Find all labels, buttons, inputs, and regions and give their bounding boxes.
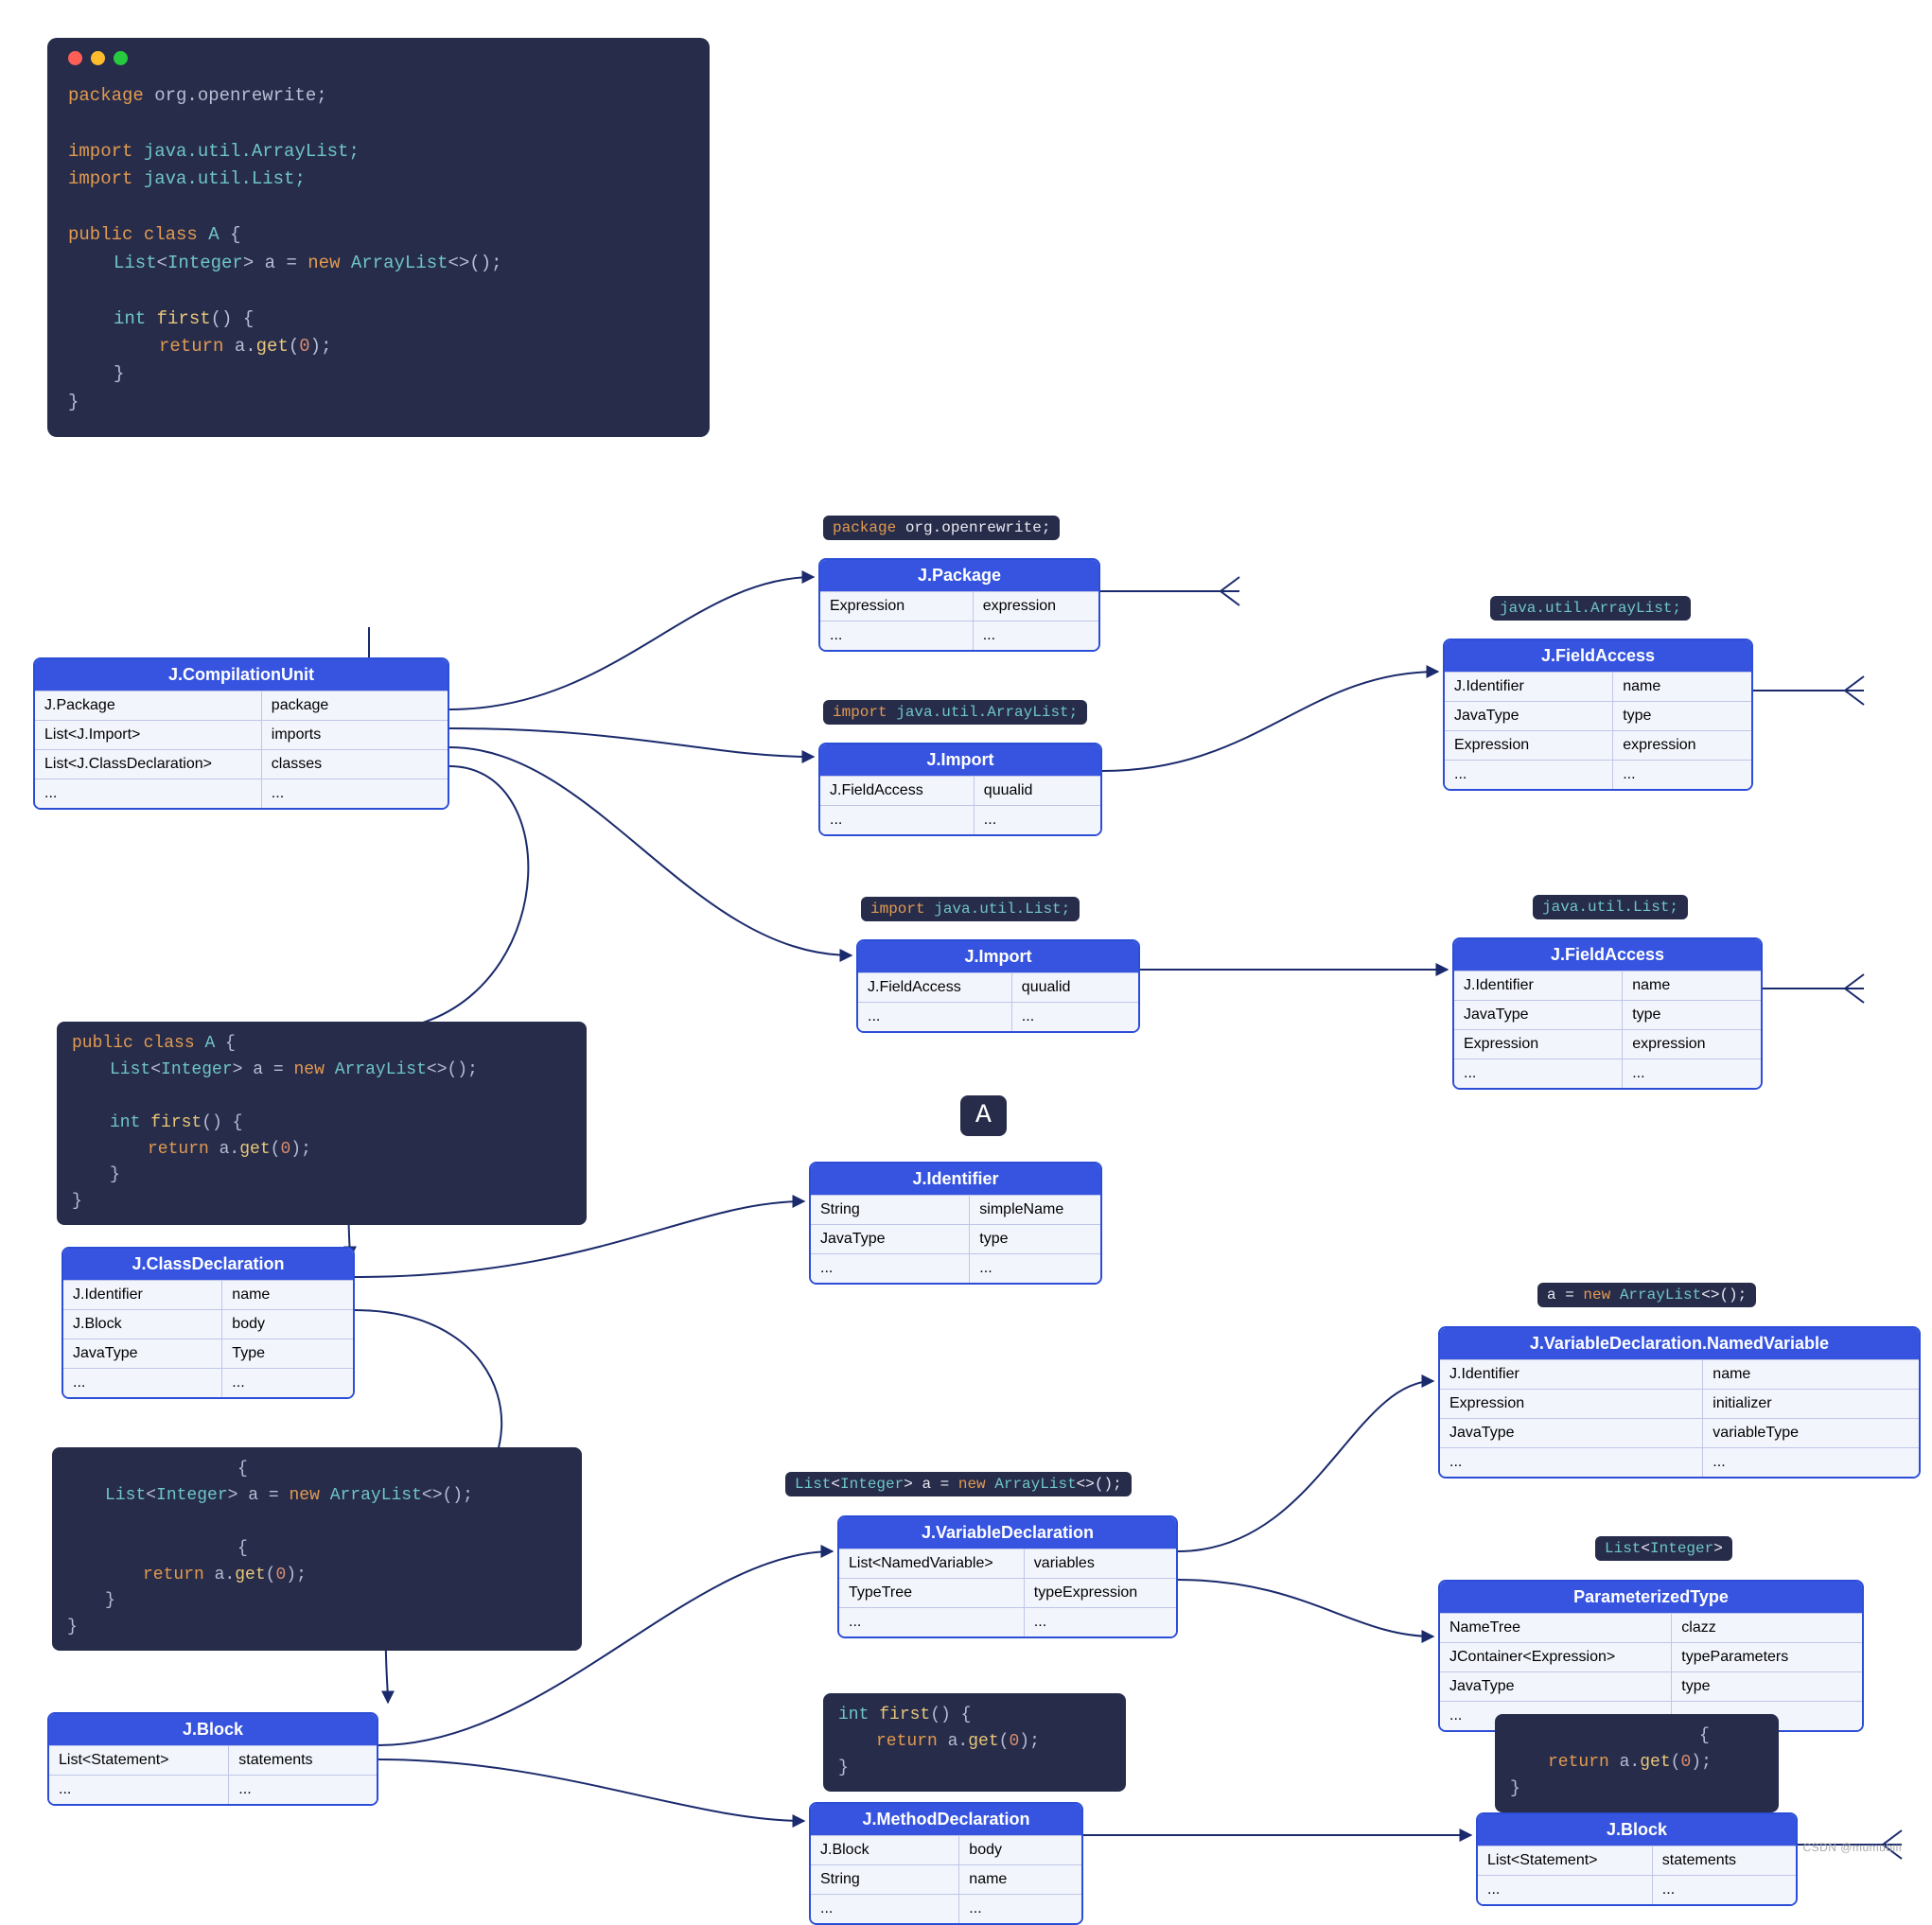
block1-table: J.Block List<Statement>statements...... <box>47 1712 378 1806</box>
identifier-table: J.Identifier StringsimpleNameJavaTypetyp… <box>809 1162 1102 1285</box>
table-row: J.Identifiername <box>1454 971 1761 1000</box>
table-row: J.Identifiername <box>63 1280 353 1309</box>
table-row: Expressionexpression <box>1445 730 1751 760</box>
class-body-snippet: public class A { List<Integer> a = new A… <box>57 1022 587 1225</box>
table-row: JContainer<Expression>typeParameters <box>1440 1642 1862 1671</box>
compilation-unit-table: J.CompilationUnit J.PackagepackageList<J… <box>33 657 449 810</box>
package-table: J.Package Expressionexpression...... <box>818 558 1100 652</box>
import1-code-label: import java.util.ArrayList; <box>823 700 1087 725</box>
table-row: J.Blockbody <box>63 1309 353 1339</box>
table-row: NameTreeclazz <box>1440 1613 1862 1642</box>
table-row: J.Identifiername <box>1445 672 1751 701</box>
table-row: Expressionexpression <box>1454 1029 1761 1059</box>
table-row: Expressionexpression <box>820 591 1098 621</box>
block-body-snippet: { List<Integer> a = new ArrayList<>(); {… <box>52 1447 582 1651</box>
method-declaration-table: J.MethodDeclaration J.BlockbodyStringnam… <box>809 1802 1083 1925</box>
fieldaccess2-code-label: java.util.List; <box>1533 895 1688 919</box>
table-row: ...... <box>1440 1447 1919 1477</box>
table-row: JavaTypeType <box>63 1339 353 1368</box>
identifier-a-badge: A <box>960 1095 1007 1136</box>
table-row: ...... <box>839 1607 1176 1636</box>
table-row: J.FieldAccessquualid <box>820 776 1100 805</box>
table-row: JavaTypetype <box>811 1224 1100 1253</box>
table-row: List<NamedVariable>variables <box>839 1549 1176 1578</box>
table-title: J.CompilationUnit <box>35 659 448 691</box>
table-row: JavaTypetype <box>1454 1000 1761 1029</box>
minimize-icon <box>91 51 105 65</box>
table-row: ...... <box>1454 1059 1761 1088</box>
table-row: List<Statement>statements <box>1478 1846 1796 1875</box>
parameterized-type-table: ParameterizedType NameTreeclazzJContaine… <box>1438 1580 1864 1732</box>
maximize-icon <box>114 51 128 65</box>
method-body-snippet: int first() { return a.get(0); } <box>823 1693 1126 1792</box>
table-row: ...... <box>63 1368 353 1397</box>
package-code-label: package org.openrewrite; <box>823 516 1060 540</box>
fieldaccess1-table: J.FieldAccess J.IdentifiernameJavaTypety… <box>1443 639 1753 791</box>
table-row: ...... <box>820 805 1100 834</box>
class-declaration-table: J.ClassDeclaration J.IdentifiernameJ.Blo… <box>61 1247 355 1399</box>
import2-table: J.Import J.FieldAccessquualid...... <box>856 939 1140 1033</box>
watermark: CSDN @mumubiii <box>1802 1841 1902 1854</box>
table-row: J.Identifiername <box>1440 1359 1919 1389</box>
table-row: ...... <box>1445 760 1751 789</box>
table-row: TypeTreetypeExpression <box>839 1578 1176 1607</box>
table-row: List<J.ClassDeclaration>classes <box>35 749 448 779</box>
namedvar-code-label: a = new ArrayList<>(); <box>1537 1283 1756 1307</box>
table-row: Expressioninitializer <box>1440 1389 1919 1418</box>
window-dots <box>68 51 689 65</box>
table-row: Stringname <box>811 1864 1081 1894</box>
close-icon <box>68 51 82 65</box>
table-row: JavaTypetype <box>1440 1671 1862 1701</box>
import2-code-label: import java.util.List; <box>861 897 1080 921</box>
block2-snippet: { return a.get(0); } <box>1495 1714 1779 1812</box>
table-row: ...... <box>820 621 1098 650</box>
fieldaccess1-code-label: java.util.ArrayList; <box>1490 596 1691 621</box>
table-row: JavaTypevariableType <box>1440 1418 1919 1447</box>
named-variable-table: J.VariableDeclaration.NamedVariable J.Id… <box>1438 1326 1921 1479</box>
table-row: J.Packagepackage <box>35 691 448 720</box>
block2-table: J.Block List<Statement>statements...... <box>1476 1812 1798 1906</box>
table-row: StringsimpleName <box>811 1195 1100 1224</box>
source-code-window: package org.openrewrite; import java.uti… <box>47 38 710 437</box>
table-row: List<Statement>statements <box>49 1745 377 1775</box>
table-row: J.FieldAccessquualid <box>858 972 1138 1002</box>
import1-table: J.Import J.FieldAccessquualid...... <box>818 743 1102 836</box>
fieldaccess2-table: J.FieldAccess J.IdentifiernameJavaTypety… <box>1452 937 1763 1090</box>
diagram-canvas: package org.openrewrite; import java.uti… <box>28 28 1921 1864</box>
table-row: ...... <box>1478 1875 1796 1904</box>
table-row: ...... <box>858 1002 1138 1031</box>
table-row: J.Blockbody <box>811 1835 1081 1864</box>
table-row: List<J.Import>imports <box>35 720 448 749</box>
paramtype-code-label: List<Integer> <box>1595 1536 1732 1561</box>
table-row: ...... <box>811 1253 1100 1283</box>
table-row: ...... <box>49 1775 377 1804</box>
kw-package: package <box>68 85 154 106</box>
table-rows: J.PackagepackageList<J.Import>importsLis… <box>35 691 448 808</box>
table-row: JavaTypetype <box>1445 701 1751 730</box>
variable-declaration-table: J.VariableDeclaration List<NamedVariable… <box>837 1515 1178 1638</box>
vardecl-code-label: List<Integer> a = new ArrayList<>(); <box>785 1472 1132 1496</box>
table-row: ...... <box>35 779 448 808</box>
table-row: ...... <box>811 1894 1081 1923</box>
